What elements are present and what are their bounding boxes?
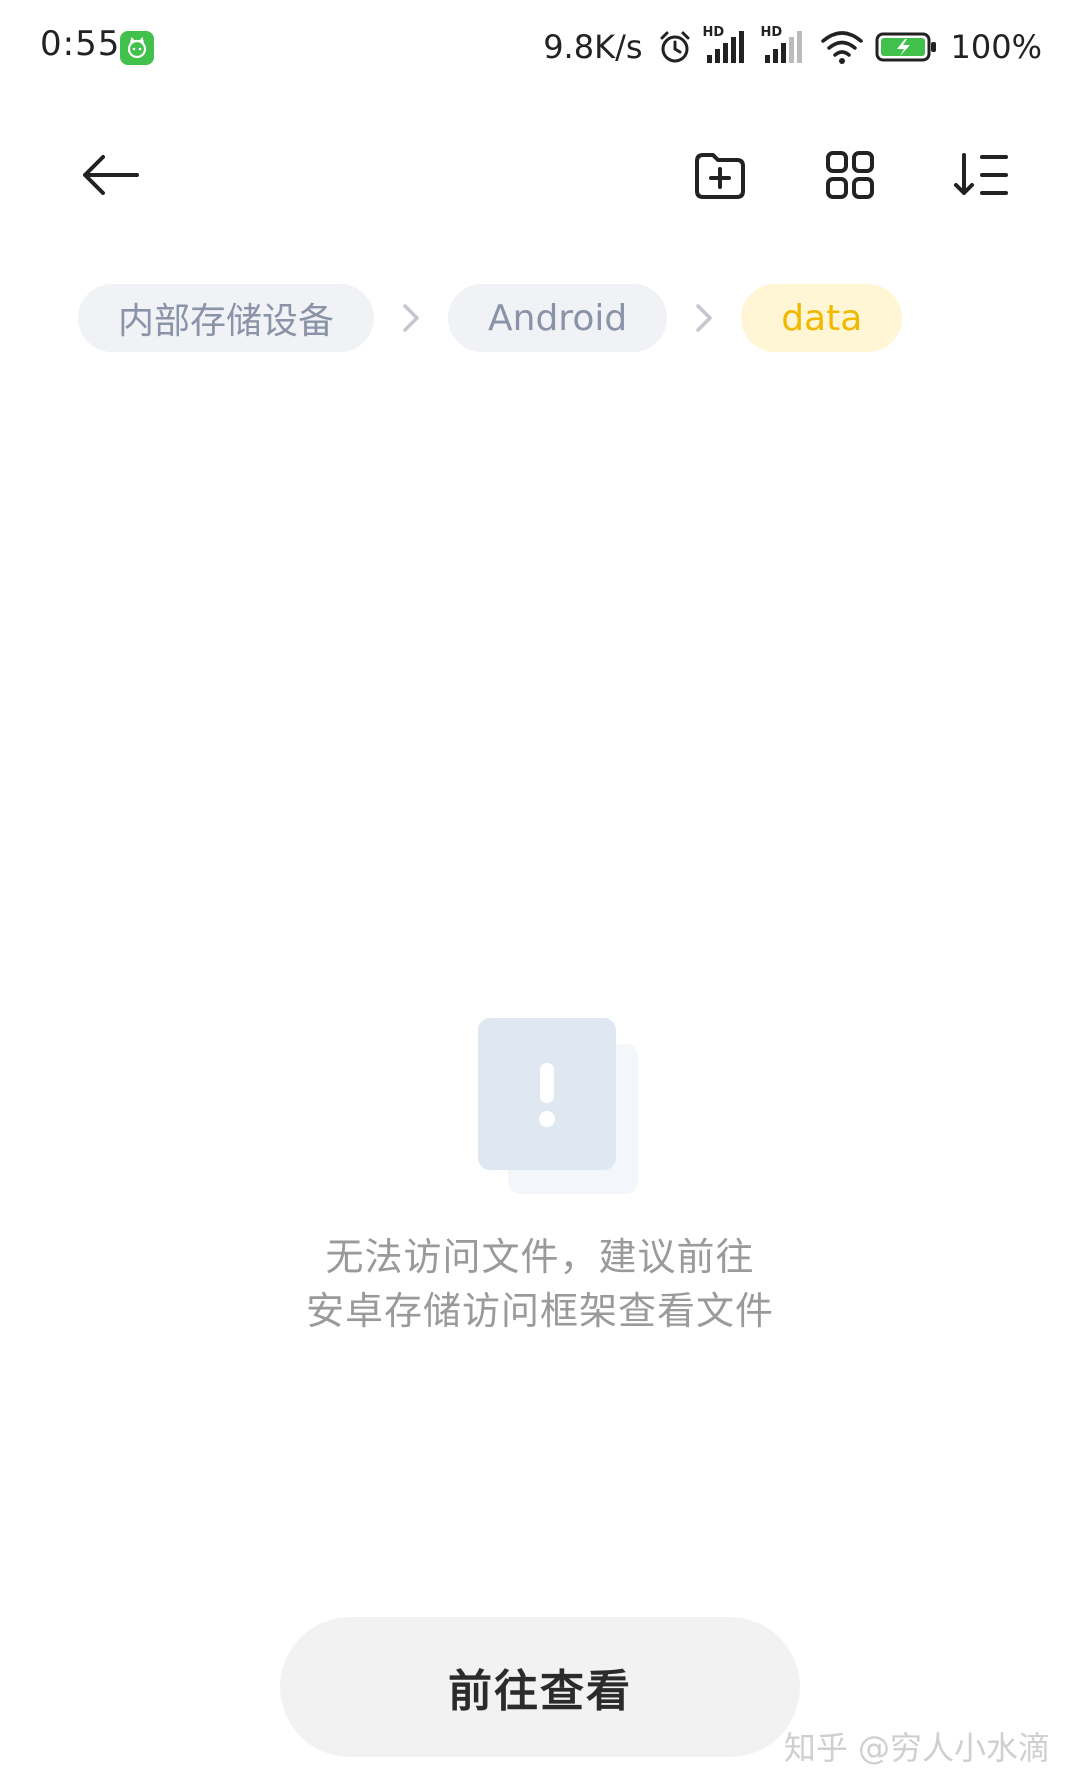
status-time: 0:55 xyxy=(40,24,121,64)
new-folder-button[interactable] xyxy=(680,135,760,215)
grid-view-icon xyxy=(826,151,874,199)
breadcrumb-item-internal-storage[interactable]: 内部存储设备 xyxy=(78,284,375,352)
go-view-button[interactable]: 前往查看 xyxy=(280,1617,800,1757)
alarm-clock-icon xyxy=(657,29,693,65)
green-cat-app-icon xyxy=(120,31,154,65)
sort-icon xyxy=(954,153,1008,195)
back-button[interactable] xyxy=(70,135,150,215)
empty-state-line-1: 无法访问文件，建议前往 xyxy=(325,1235,755,1279)
status-indicators: 9.8K/s HD HD 100% xyxy=(543,22,1042,72)
signal-hd-icon: HD xyxy=(761,25,809,67)
chevron-right-icon xyxy=(374,301,448,335)
empty-illustration-front-card xyxy=(478,1018,616,1170)
grid-view-button[interactable] xyxy=(810,135,890,215)
watermark: 知乎 @穷人小水滴 xyxy=(783,1729,1050,1767)
warning-document-icon xyxy=(478,1018,640,1194)
chevron-right-icon xyxy=(667,301,741,335)
back-arrow-icon xyxy=(83,155,139,195)
empty-state-message: 无法访问文件，建议前往 安卓存储访问框架查看文件 xyxy=(0,1230,1080,1338)
battery-charging-icon xyxy=(875,30,939,64)
empty-state-line-2: 安卓存储访问框架查看文件 xyxy=(305,1289,774,1333)
sort-button[interactable] xyxy=(942,135,1022,215)
status-bar: 0:55 9.8K/s HD HD 100% xyxy=(0,0,1080,100)
exclamation-icon xyxy=(539,1063,555,1127)
breadcrumb-item-android[interactable]: Android xyxy=(448,284,668,352)
toolbar xyxy=(0,120,1080,230)
new-folder-icon xyxy=(695,153,745,199)
breadcrumb: 内部存储设备 Android data xyxy=(78,283,903,353)
signal-hd-icon: HD xyxy=(703,25,751,67)
wifi-icon xyxy=(819,29,865,65)
network-speed: 9.8K/s xyxy=(543,28,643,66)
battery-percent: 100% xyxy=(950,28,1042,66)
breadcrumb-item-data[interactable]: data xyxy=(741,284,903,352)
